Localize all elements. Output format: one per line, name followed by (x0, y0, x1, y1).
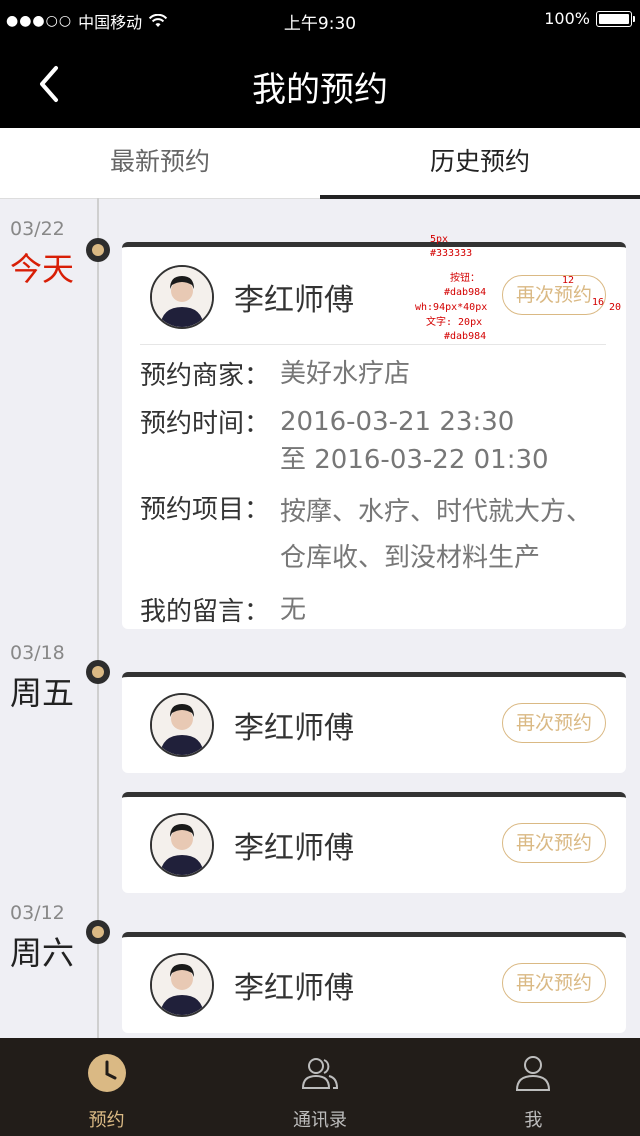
tabbar-item-booking[interactable]: 预约 (0, 1038, 213, 1136)
avatar (150, 953, 214, 1017)
contacts-icon (301, 1058, 338, 1089)
tab-latest[interactable]: 最新预约 (0, 128, 320, 198)
technician-name: 李红师傅 (234, 283, 354, 318)
avatar (150, 693, 214, 757)
battery-icon (596, 10, 635, 27)
appointment-card: 李红师傅 再次预约 (122, 792, 626, 893)
technician-name: 李红师傅 (234, 971, 354, 1006)
timeline: 03/22 今天 李红师傅 再次预约 预约商家： 美好水疗店 预约时间： 201… (0, 198, 640, 1038)
avatar (150, 813, 214, 877)
items-value: 按摩、水疗、时代就大方、仓库收、到没材料生产 (280, 497, 593, 573)
clock-icon (87, 1054, 126, 1092)
annotation-20: 20 (609, 302, 622, 313)
group-day: 周五 (10, 674, 75, 712)
tabbar-item-contacts[interactable]: 通讯录 (213, 1038, 426, 1136)
annotation-border-color: #333333 (430, 248, 473, 259)
time-end: 至 2016-03-22 01:30 (280, 445, 549, 475)
group-day: 今天 (10, 250, 75, 288)
rebook-button[interactable]: 再次预约 (502, 963, 606, 1003)
annotation-16: 16 (592, 297, 605, 308)
group-date: 03/12 (10, 902, 65, 924)
appointment-card: 李红师傅 再次预约 (122, 672, 626, 773)
rebook-button[interactable]: 再次预约 (502, 823, 606, 863)
time-start: 2016-03-21 23:30 (280, 407, 515, 437)
battery-percent: 100% (544, 9, 590, 28)
merchant-value: 美好水疗店 (280, 359, 411, 389)
timeline-node (86, 920, 110, 944)
annotation-text-color: #dab984 (444, 331, 487, 342)
annotation-text-size: 文字: 20px (426, 317, 483, 328)
avatar (150, 265, 214, 329)
technician-name: 李红师傅 (234, 711, 354, 746)
annotation-12: 12 (562, 275, 575, 286)
technician-name: 李红师傅 (234, 831, 354, 866)
user-icon (516, 1056, 551, 1091)
message-value: 无 (280, 595, 307, 625)
merchant-label: 预约商家： (140, 361, 271, 391)
tab-bar: 最新预约 历史预约 (0, 128, 640, 199)
rebook-button[interactable]: 再次预约 (502, 275, 606, 315)
tabbar-item-me[interactable]: 我 (427, 1038, 640, 1136)
divider (140, 344, 606, 345)
timeline-node (86, 238, 110, 262)
timeline-line (97, 198, 99, 1038)
tabbar-label: 我 (524, 1110, 543, 1131)
timeline-node (86, 660, 110, 684)
tabbar-label: 预约 (88, 1110, 125, 1131)
time-label: 预约时间： (140, 409, 271, 439)
nav-bar: 我的预约 (0, 40, 640, 128)
group-date: 03/18 (10, 642, 65, 664)
group-day: 周六 (10, 934, 75, 972)
annotation-border-width: 5px (430, 234, 449, 245)
bottom-tab-bar: 预约 通讯录 我 (0, 1038, 640, 1136)
annotation-button-color: #dab984 (444, 287, 487, 298)
rebook-button[interactable]: 再次预约 (502, 703, 606, 743)
annotation-button-size: wh:94px*40px (415, 302, 488, 313)
appointment-card: 李红师傅 再次预约 预约商家： 美好水疗店 预约时间： 2016-03-21 2… (122, 242, 626, 629)
items-label: 预约项目： (140, 495, 271, 525)
tabbar-label: 通讯录 (292, 1110, 347, 1131)
annotation-button: 按钮： (450, 273, 480, 284)
page-title: 我的预约 (252, 70, 388, 110)
status-bar: ●●●○○ 中国移动 上午9:30 100% (0, 0, 640, 40)
appointment-card: 李红师傅 再次预约 (122, 932, 626, 1033)
group-date: 03/22 (10, 218, 65, 240)
appointment-details: 预约商家： 美好水疗店 预约时间： 2016-03-21 23:30 至 201… (140, 355, 616, 639)
message-label: 我的留言： (140, 597, 271, 627)
tab-history[interactable]: 历史预约 (320, 128, 640, 199)
